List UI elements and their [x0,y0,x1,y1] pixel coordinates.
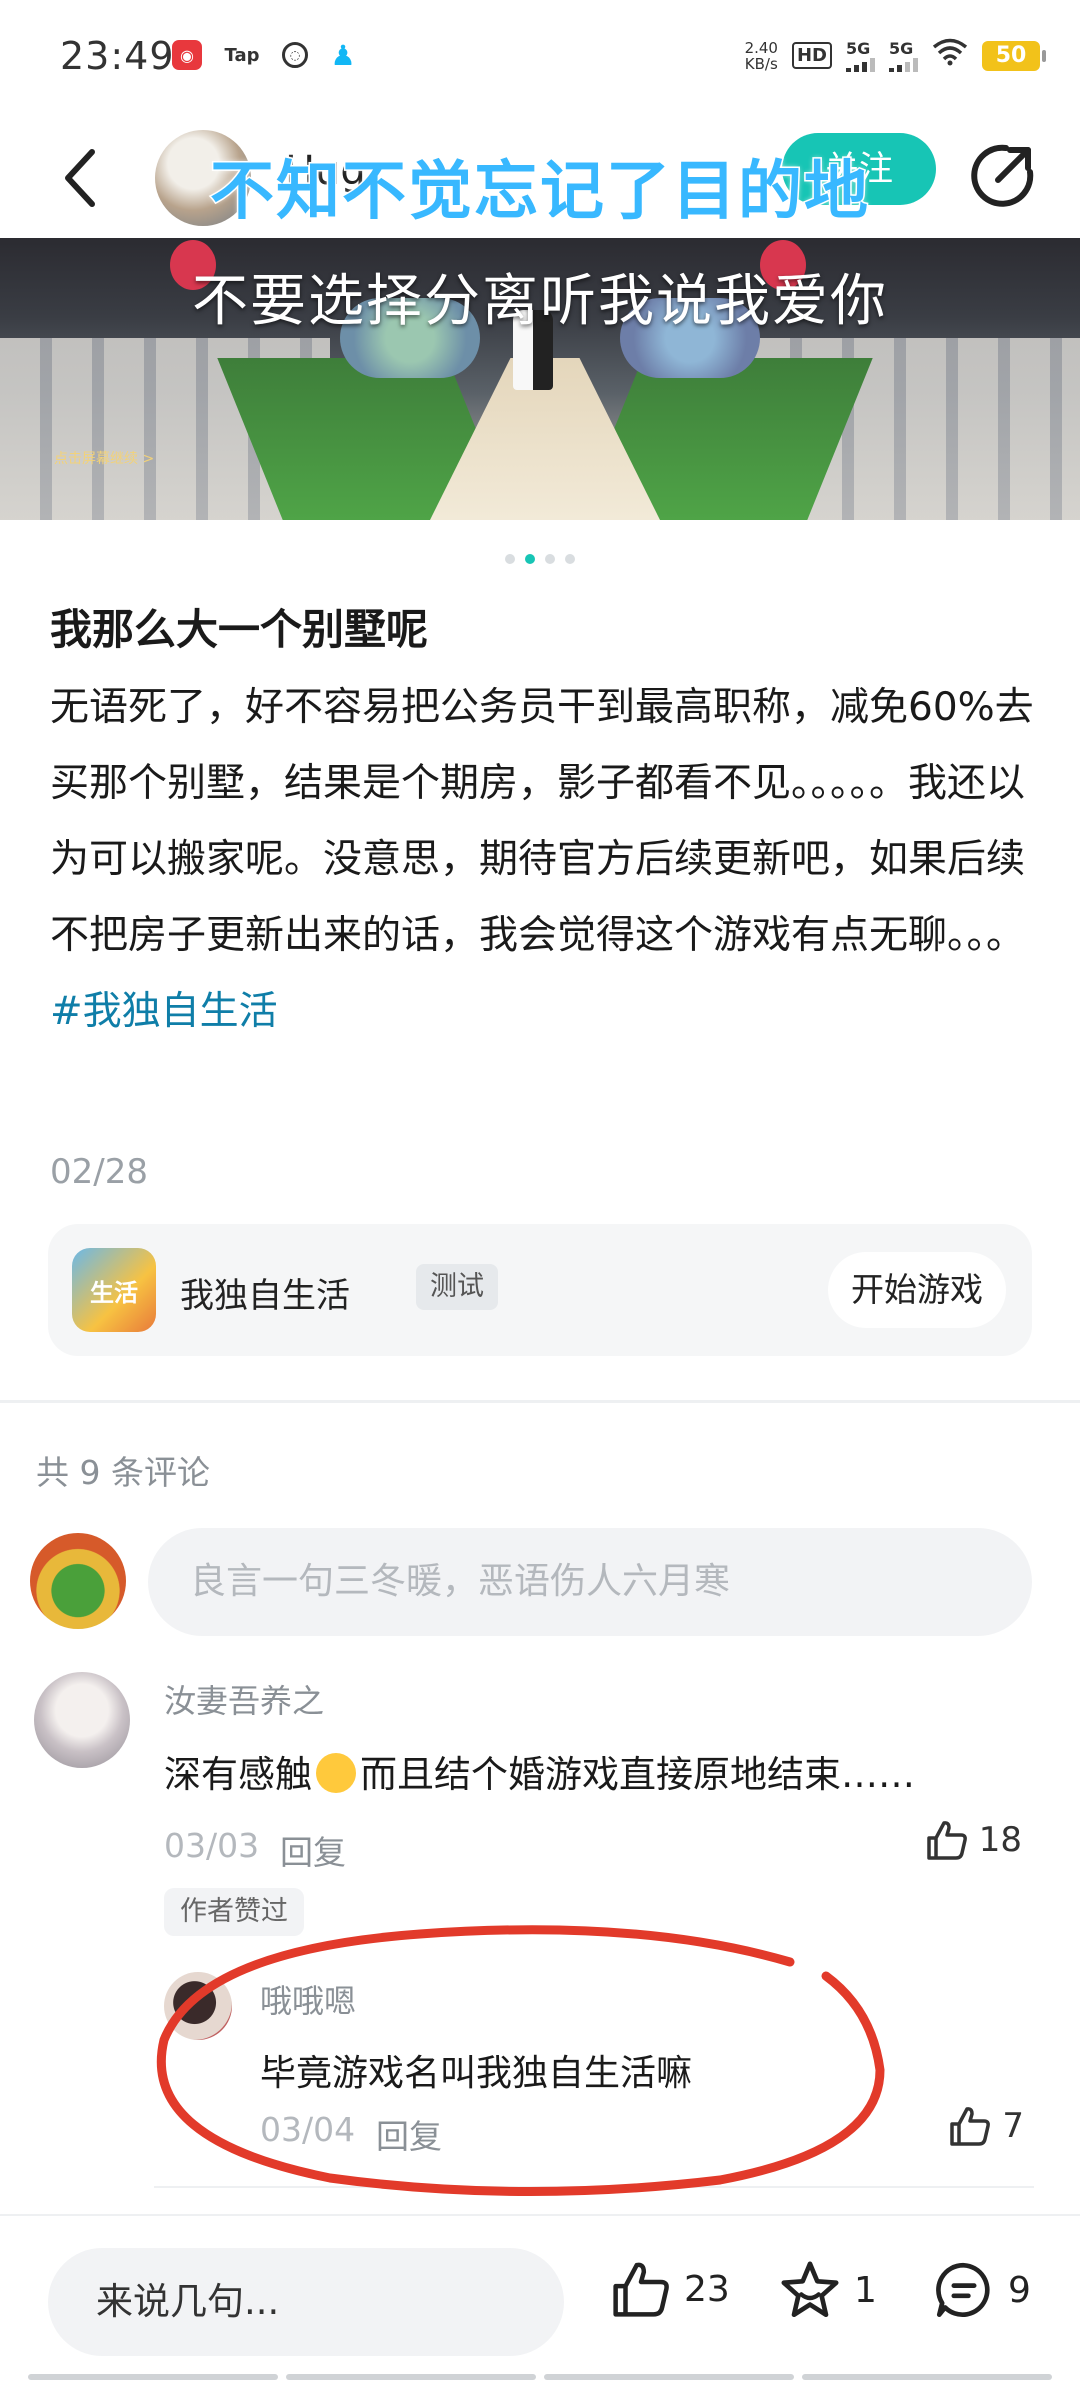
thumbs-up-icon [613,2262,669,2317]
comment-bubble-icon [936,2262,990,2318]
back-button[interactable] [52,138,112,218]
battery-icon: 50 [982,40,1046,71]
reply-like-count: 7 [1002,2106,1024,2146]
comment-text: 深有感触 而且结个婚游戏直接原地结束…… [164,1753,915,1796]
post-like-button[interactable]: 23 [610,2258,730,2320]
reply-item: 哦哦嗯 毕竟游戏名叫我独自生活嘛 03/04 回复 7 [154,1960,1034,2188]
reply-button[interactable]: 回复 [376,2110,442,2158]
carousel-indicator [0,554,1080,564]
carousel-dot-active [525,554,535,564]
hd-voice-icon: HD [791,42,832,69]
thumbs-up-icon [926,1821,967,1860]
overlay-title: 不知不觉忘记了目的地 [209,154,870,231]
comment-input[interactable]: 良言一句三冬暖，恶语伤人六月寒 [148,1528,1032,1636]
commenter-name[interactable]: 汝妻吾养之 [164,1676,324,1722]
banner-hint: 点击屏幕继续 > [54,451,155,467]
comments-button[interactable]: 9 [932,2258,1031,2322]
comment-date: 03/03 [164,1826,260,1865]
netease-music-icon: ◉ [172,40,202,70]
comment-count: 共 9 条评论 [36,1453,210,1492]
banner-caption: 不要选择分离听我说我爱你 [192,269,888,334]
replier-name[interactable]: 哦哦嗯 [260,1976,356,2022]
taptap-icon: Tap [224,44,260,66]
signal-5g-icon: 5G [889,39,918,72]
status-bar: 23:49 ◉ Tap ◌ ♟ 2.40 KB/s HD 5G 5G 50 [0,0,1080,118]
bottom-comment-input[interactable]: 来说几句... [48,2248,564,2356]
gesture-bar [0,2374,1080,2380]
section-divider [0,1400,1080,1403]
comment-like-count: 18 [978,1820,1022,1860]
commenter-avatar[interactable] [34,1672,130,1768]
topic-tag[interactable]: #我独自生活 [50,989,278,1034]
status-time: 23:49 [60,34,175,78]
bottom-action-bar: 来说几句... 23 1 9 [0,2214,1080,2390]
status-app-icons: ◉ Tap ◌ ♟ [172,38,358,72]
reply-button[interactable]: 回复 [280,1826,346,1874]
reply-divider [154,2186,1034,2188]
favorite-count: 1 [854,2269,877,2311]
network-speed: 2.40 KB/s [744,38,778,73]
share-button[interactable] [968,140,1038,210]
thumbs-up-icon [950,2107,991,2146]
post-like-count: 23 [684,2268,730,2310]
ring-icon: ◌ [282,42,308,68]
game-status-badge: 测试 [416,1264,498,1310]
star-icon [781,2261,839,2318]
start-game-button[interactable]: 开始游戏 [828,1252,1006,1328]
post-body-text: 无语死了，好不容易把公务员干到最高职称，减免60%去买那个别墅，结果是个期房，影… [50,685,1034,958]
favorite-button[interactable]: 1 [778,2258,877,2322]
carousel-dot [505,554,515,564]
reply-like-button[interactable]: 7 [948,2104,1024,2148]
post-image-carousel[interactable]: 不要选择分离听我说我爱你 点击屏幕继续 > [0,238,1080,520]
comment-like-button[interactable]: 18 [925,1818,1022,1862]
post-body: 无语死了，好不容易把公务员干到最高职称，减免60%去买那个别墅，结果是个期房，影… [50,670,1040,1050]
carousel-dot [545,554,555,564]
share-icon [971,144,1034,207]
carousel-dot [565,554,575,564]
qq-icon: ♟ [330,38,356,72]
comment-total-count: 9 [1008,2269,1031,2311]
reply-date: 03/04 [260,2110,356,2149]
emoji-face-icon [316,1753,356,1793]
game-name: 我独自生活 [180,1276,350,1316]
author-liked-badge: 作者赞过 [164,1888,304,1936]
game-icon: 生活 [72,1248,156,1332]
replier-avatar[interactable] [164,1972,232,2040]
chevron-left-icon [65,149,95,207]
post-date: 02/28 [50,1152,148,1192]
post-title: 我那么大一个别墅呢 [50,605,429,654]
signal-5g-icon: 5G [846,39,875,72]
reply-text: 毕竟游戏名叫我独自生活嘛 [260,2053,693,2094]
game-card[interactable]: 生活 我独自生活 测试 开始游戏 [48,1224,1032,1356]
current-user-avatar [30,1533,126,1629]
status-indicators: 2.40 KB/s HD 5G 5G 50 [744,38,1046,73]
wifi-icon [932,38,968,73]
